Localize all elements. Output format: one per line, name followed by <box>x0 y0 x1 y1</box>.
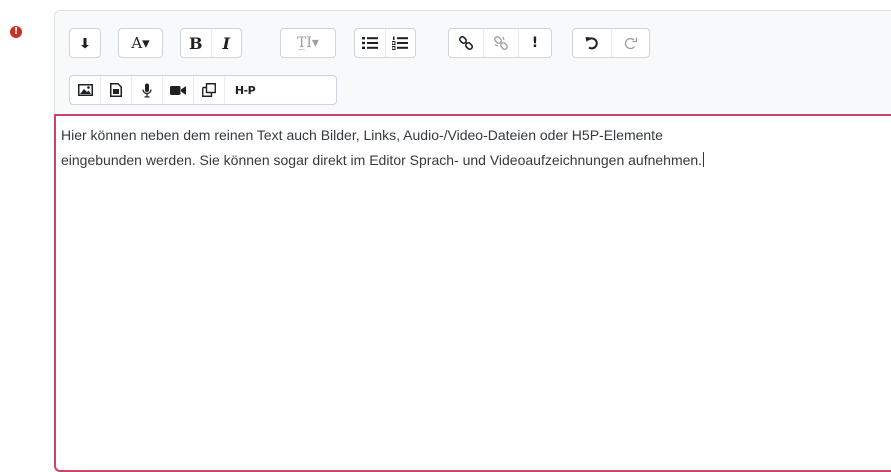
unordered-list-button[interactable] <box>355 29 386 57</box>
toolbar-group-history <box>572 28 650 58</box>
editor-text-line-2: eingebunden werden. Sie können sogar dir… <box>61 148 891 173</box>
link-icon <box>459 36 473 50</box>
ordered-list-button[interactable] <box>386 29 416 57</box>
record-audio-button[interactable] <box>132 76 163 104</box>
file-media-icon <box>110 83 122 97</box>
font-color-icon: A▾ <box>131 34 150 52</box>
paragraph-style-icon: T̲I▾ <box>297 35 319 51</box>
toolbar-group-text-style: B I <box>180 28 242 58</box>
redo-button[interactable] <box>612 29 649 57</box>
undo-button[interactable] <box>573 29 612 57</box>
link-button[interactable] <box>449 29 484 57</box>
toolbar-group-font-color: A▾ <box>118 28 163 58</box>
record-video-button[interactable] <box>163 76 194 104</box>
toolbar-group-paragraph: T̲I▾ <box>280 28 336 58</box>
paragraph-style-button[interactable]: T̲I▾ <box>281 29 335 57</box>
unlink-icon <box>494 36 508 50</box>
video-camera-icon <box>170 85 186 95</box>
microphone-icon <box>142 83 152 97</box>
exclamation-icon: ! <box>531 35 539 51</box>
editor-text-line-1: Hier können neben dem reinen Text auch B… <box>61 127 663 143</box>
italic-icon: I <box>222 33 230 53</box>
editor-content-area[interactable]: Hier können neben dem reinen Text auch B… <box>54 114 891 472</box>
h5p-icon: H-P <box>234 83 256 97</box>
redo-icon <box>624 37 637 50</box>
unlink-button[interactable] <box>484 29 519 57</box>
copy-files-icon <box>202 83 216 97</box>
editor-text-line-2-content: eingebunden werden. Sie können sogar dir… <box>61 152 703 168</box>
undo-icon <box>585 37 598 50</box>
required-icon: ! <box>10 26 22 38</box>
insert-h5p-button[interactable]: H-P <box>225 76 265 104</box>
insert-media-button[interactable] <box>101 76 132 104</box>
editor-toolbar: A▾ B I T̲I▾ ! H-P <box>54 10 891 114</box>
toolbar-group-links: ! <box>448 28 552 58</box>
manage-files-button[interactable] <box>194 76 225 104</box>
rich-text-editor: A▾ B I T̲I▾ ! H-P Hier können neben dem … <box>54 10 891 472</box>
ordered-list-icon <box>392 36 409 50</box>
bold-button[interactable]: B <box>181 29 212 57</box>
font-color-button[interactable]: A▾ <box>119 29 162 57</box>
show-more-button[interactable] <box>70 29 100 57</box>
toolbar-group-lists <box>354 28 416 58</box>
text-cursor <box>703 152 705 167</box>
italic-button[interactable]: I <box>212 29 242 57</box>
arrow-down-icon <box>81 38 89 49</box>
unordered-list-icon <box>361 37 378 49</box>
image-icon <box>77 84 93 96</box>
toolbar-group-more <box>69 28 101 58</box>
insert-image-button[interactable] <box>70 76 101 104</box>
accessibility-checker-button[interactable]: ! <box>519 29 551 57</box>
bold-icon: B <box>188 33 203 53</box>
toolbar-group-media: H-P <box>69 75 337 105</box>
